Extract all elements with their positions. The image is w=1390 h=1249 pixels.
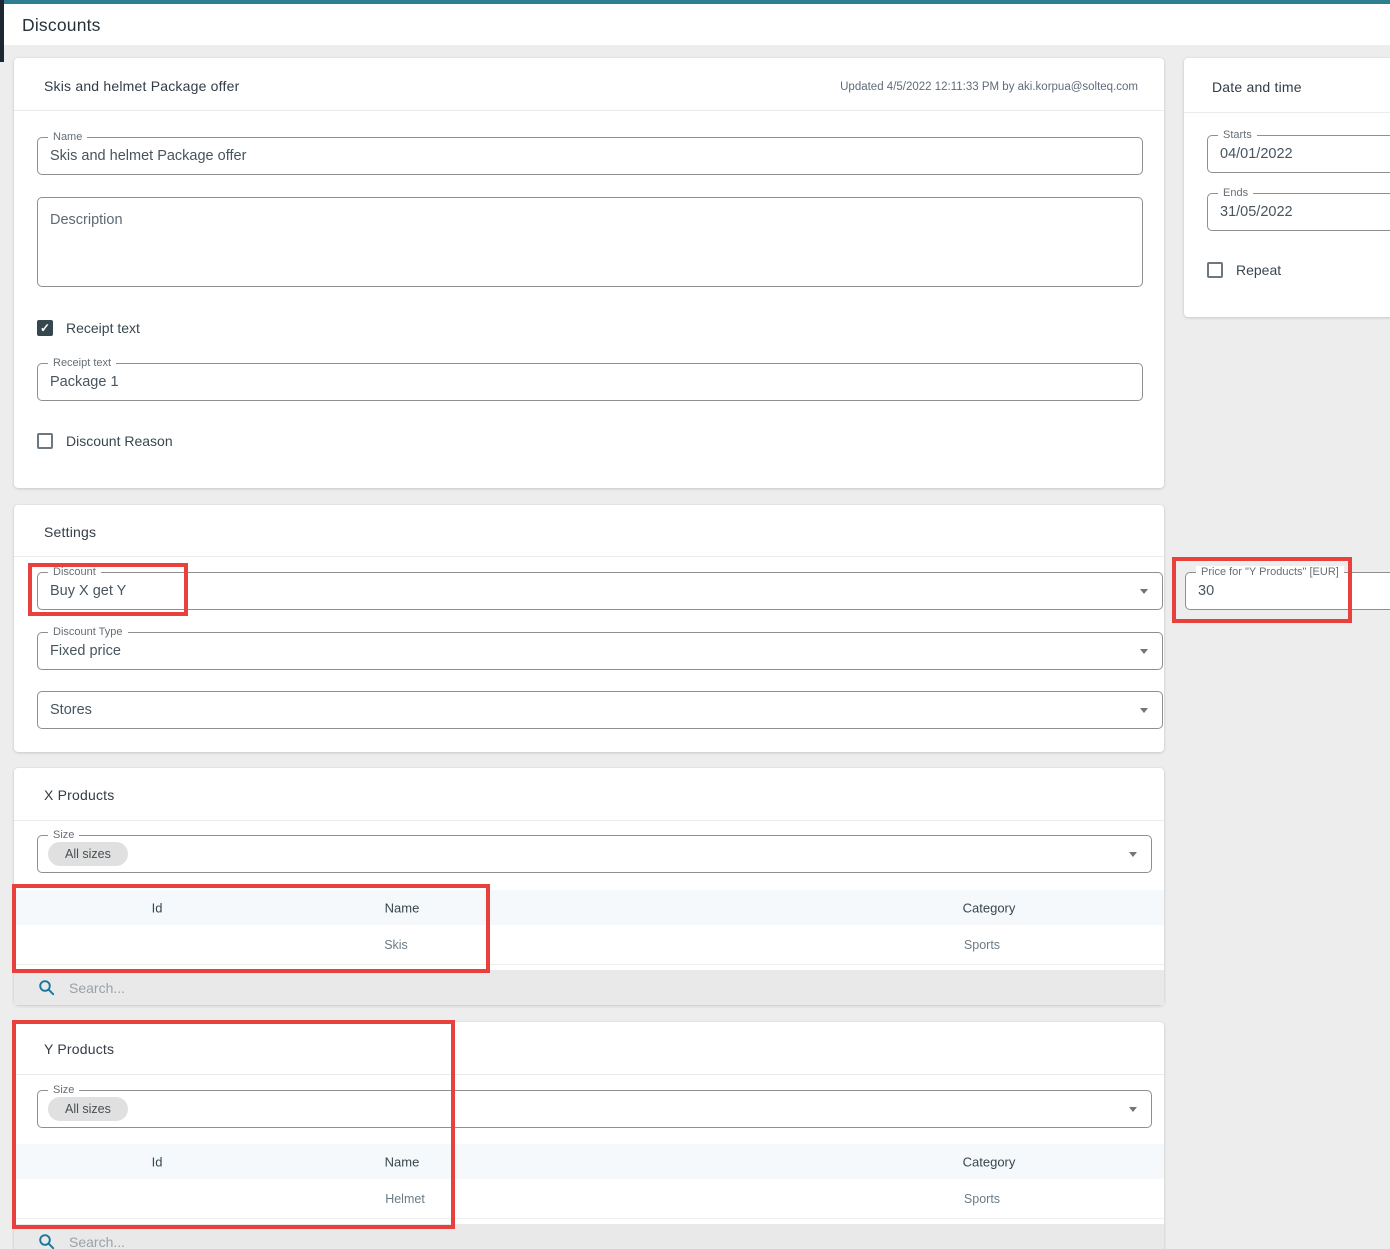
- left-edge-bar: [0, 0, 4, 62]
- offer-card: Skis and helmet Package offer Updated 4/…: [14, 58, 1164, 488]
- discount-type-select-value: Fixed price: [50, 643, 121, 659]
- caret-down-icon[interactable]: [1140, 708, 1148, 713]
- y-col-id: Id: [152, 1154, 163, 1169]
- caret-down-icon[interactable]: [1129, 852, 1137, 857]
- divider: [14, 110, 1164, 111]
- date-time-title: Date and time: [1212, 79, 1302, 95]
- x-col-name: Name: [385, 900, 420, 915]
- repeat-checkbox-row[interactable]: Repeat: [1207, 261, 1281, 279]
- receipt-text-checkbox-row[interactable]: Receipt text: [37, 319, 140, 337]
- app-header: Discounts: [4, 4, 1390, 45]
- divider: [14, 1074, 1164, 1075]
- y-col-name: Name: [385, 1154, 420, 1169]
- date-time-card: Date and time Starts 04/01/2022 Ends 31/…: [1184, 58, 1390, 317]
- y-search-input[interactable]: [69, 1234, 469, 1249]
- x-size-select[interactable]: Size All sizes: [37, 835, 1152, 873]
- x-row-name: Skis: [384, 938, 408, 952]
- updated-info: Updated 4/5/2022 12:11:33 PM by aki.korp…: [840, 81, 1138, 93]
- repeat-checkbox-label: Repeat: [1236, 262, 1281, 278]
- x-col-category: Category: [963, 900, 1016, 915]
- y-products-title: Y Products: [44, 1041, 114, 1057]
- y-row-category: Sports: [964, 1192, 1000, 1206]
- x-products-title: X Products: [44, 787, 114, 803]
- y-table-header-row: Id Name Category: [14, 1144, 1164, 1179]
- discount-reason-checkbox-label: Discount Reason: [66, 433, 173, 449]
- y-size-select[interactable]: Size All sizes: [37, 1090, 1152, 1128]
- price-y-products-value: 30: [1198, 583, 1214, 599]
- x-row-category: Sports: [964, 938, 1000, 952]
- caret-down-icon[interactable]: [1140, 589, 1148, 594]
- x-search-bar[interactable]: [14, 970, 1164, 1005]
- discount-type-select-label: Discount Type: [48, 626, 128, 639]
- name-field[interactable]: Name Skis and helmet Package offer: [37, 137, 1143, 175]
- receipt-text-checkbox[interactable]: [37, 320, 53, 336]
- x-table-header-row: Id Name Category: [14, 890, 1164, 925]
- price-y-products-field[interactable]: Price for "Y Products" [EUR] 30: [1185, 572, 1390, 610]
- y-search-bar[interactable]: [14, 1224, 1164, 1249]
- description-placeholder: Description: [50, 212, 123, 228]
- discount-reason-checkbox-row[interactable]: Discount Reason: [37, 432, 173, 450]
- discount-select[interactable]: Discount Buy X get Y: [37, 572, 1163, 610]
- receipt-text-field-value: Package 1: [50, 374, 119, 390]
- starts-field-value: 04/01/2022: [1220, 146, 1293, 162]
- search-icon: [38, 979, 55, 996]
- x-products-card: X Products Size All sizes Id Name Catego…: [14, 768, 1164, 1005]
- settings-title: Settings: [44, 524, 96, 540]
- divider: [1184, 112, 1390, 113]
- y-table-row[interactable]: Helmet Sports: [14, 1179, 1164, 1219]
- discounts-page: Discounts Skis and helmet Package offer …: [0, 0, 1390, 1249]
- ends-field-label: Ends: [1218, 187, 1253, 200]
- x-search-input[interactable]: [69, 980, 469, 996]
- description-field[interactable]: Description: [37, 197, 1143, 287]
- stores-select[interactable]: Stores: [37, 691, 1163, 729]
- offer-card-title: Skis and helmet Package offer: [44, 78, 239, 94]
- price-y-products-label: Price for "Y Products" [EUR]: [1196, 566, 1344, 579]
- search-icon: [38, 1233, 55, 1249]
- x-size-select-label: Size: [48, 829, 79, 842]
- repeat-checkbox[interactable]: [1207, 262, 1223, 278]
- receipt-text-field-label: Receipt text: [48, 357, 116, 370]
- all-sizes-chip[interactable]: All sizes: [48, 1097, 128, 1121]
- y-col-category: Category: [963, 1154, 1016, 1169]
- name-field-label: Name: [48, 131, 87, 144]
- page-title: Discounts: [22, 15, 101, 36]
- y-size-select-label: Size: [48, 1084, 79, 1097]
- discount-select-label: Discount: [48, 566, 101, 579]
- starts-field-label: Starts: [1218, 129, 1257, 142]
- starts-field[interactable]: Starts 04/01/2022: [1207, 135, 1390, 173]
- y-row-name: Helmet: [385, 1192, 425, 1206]
- discount-type-select[interactable]: Discount Type Fixed price: [37, 632, 1163, 670]
- settings-card: Settings Discount Buy X get Y Discount T…: [14, 505, 1164, 752]
- receipt-text-checkbox-label: Receipt text: [66, 320, 140, 336]
- caret-down-icon[interactable]: [1129, 1107, 1137, 1112]
- discount-select-value: Buy X get Y: [50, 583, 126, 599]
- stores-select-value: Stores: [50, 702, 92, 718]
- caret-down-icon[interactable]: [1140, 649, 1148, 654]
- ends-field-value: 31/05/2022: [1220, 204, 1293, 220]
- x-table-row[interactable]: Skis Sports: [14, 925, 1164, 965]
- receipt-text-field[interactable]: Receipt text Package 1: [37, 363, 1143, 401]
- divider: [14, 820, 1164, 821]
- all-sizes-chip[interactable]: All sizes: [48, 842, 128, 866]
- divider: [14, 556, 1164, 557]
- ends-field[interactable]: Ends 31/05/2022: [1207, 193, 1390, 231]
- discount-reason-checkbox[interactable]: [37, 433, 53, 449]
- y-products-card: Y Products Size All sizes Id Name Catego…: [14, 1022, 1164, 1249]
- x-col-id: Id: [152, 900, 163, 915]
- name-field-value: Skis and helmet Package offer: [50, 148, 246, 164]
